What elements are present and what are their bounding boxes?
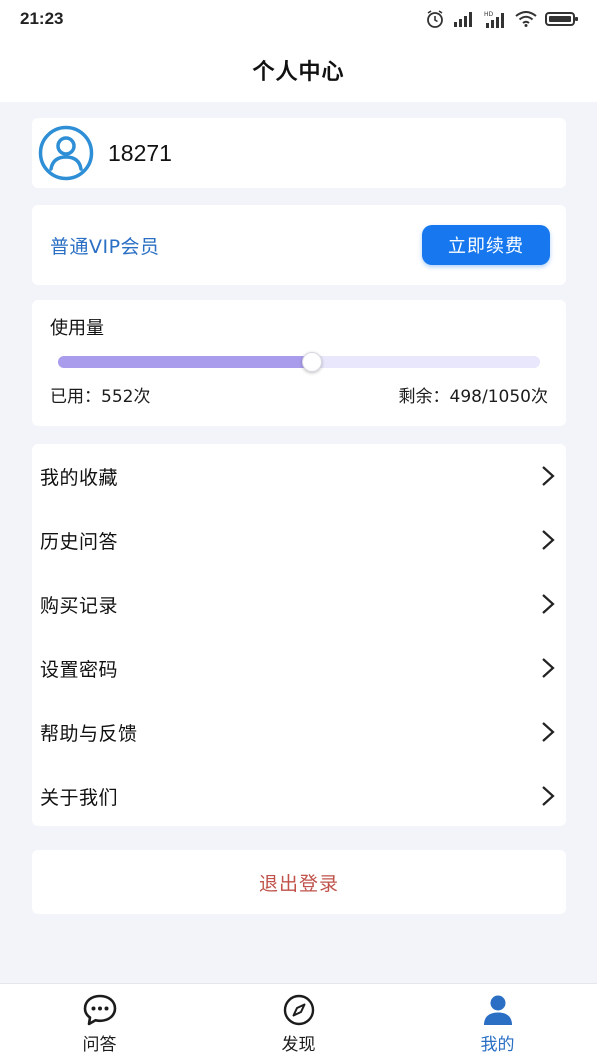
usage-stats-row: 已用：552次 剩余：498/1050次 (50, 382, 548, 407)
vip-card: 普通VIP会员 立即续费 (32, 205, 566, 285)
menu-item-set-password[interactable]: 设置密码 (32, 636, 566, 700)
chevron-right-icon (542, 786, 555, 806)
menu-item-purchase-records[interactable]: 购买记录 (32, 572, 566, 636)
person-icon (483, 995, 512, 1025)
logout-button[interactable]: 退出登录 (259, 869, 339, 896)
tab-mine[interactable]: 我的 (438, 992, 558, 1055)
usage-progress-track (58, 352, 540, 372)
page-title: 个人中心 (252, 60, 345, 85)
menu-item-help-feedback[interactable]: 帮助与反馈 (32, 700, 566, 764)
chevron-right-icon (542, 658, 555, 678)
menu-item-label: 帮助与反馈 (40, 722, 138, 745)
menu-item-history-qa[interactable]: 历史问答 (32, 508, 566, 572)
signal-hd-icon: HD (484, 11, 504, 28)
chevron-right-icon (542, 722, 555, 742)
logout-card: 退出登录 (32, 850, 566, 914)
usage-card: 使用量 已用：552次 剩余：498/1050次 (32, 300, 566, 426)
tab-discover[interactable]: 发现 (239, 992, 359, 1055)
usage-progress-fill (58, 356, 312, 368)
wifi-icon (515, 11, 537, 27)
title-bar: 个人中心 (0, 38, 597, 102)
menu-item-about-us[interactable]: 关于我们 (32, 764, 566, 828)
status-icons: HD (425, 9, 579, 29)
status-bar: 21:23 HD (0, 0, 597, 38)
menu-item-label: 购买记录 (40, 594, 119, 617)
battery-icon (545, 12, 578, 26)
chevron-right-icon (542, 594, 555, 614)
tab-qa[interactable]: 问答 (40, 992, 160, 1055)
bottom-tab-bar: 问答 发现 我的 (0, 983, 597, 1063)
signal-icon (454, 12, 472, 27)
menu-list: 我的收藏 历史问答 购买记录 设置密码 帮助与反馈 关于我们 (32, 444, 566, 826)
usage-remaining-text: 剩余：498/1050次 (398, 387, 548, 407)
menu-item-label: 设置密码 (40, 658, 119, 681)
tab-label: 我的 (480, 1035, 515, 1055)
avatar-icon (38, 125, 94, 181)
menu-item-favorites[interactable]: 我的收藏 (32, 444, 566, 508)
alarm-icon (427, 10, 443, 28)
menu-item-label: 关于我们 (40, 786, 119, 809)
renew-button[interactable]: 立即续费 (422, 225, 550, 265)
compass-icon (283, 994, 314, 1026)
usage-title: 使用量 (50, 318, 104, 339)
menu-item-label: 我的收藏 (40, 466, 119, 489)
chat-bubble-icon (83, 994, 116, 1026)
menu-item-label: 历史问答 (40, 530, 119, 553)
chevron-right-icon (542, 466, 555, 486)
status-time: 21:23 (20, 9, 64, 28)
usage-progress-knob (301, 352, 322, 372)
signal-hd-label: HD (484, 11, 494, 18)
usage-used-text: 已用：552次 (50, 387, 151, 407)
chevron-right-icon (542, 530, 555, 550)
tab-label: 问答 (82, 1035, 117, 1055)
user-name: 18271 (108, 139, 172, 166)
tab-label: 发现 (281, 1035, 316, 1055)
vip-level-label: 普通VIP会员 (50, 235, 160, 258)
user-card[interactable]: 18271 (32, 118, 566, 188)
